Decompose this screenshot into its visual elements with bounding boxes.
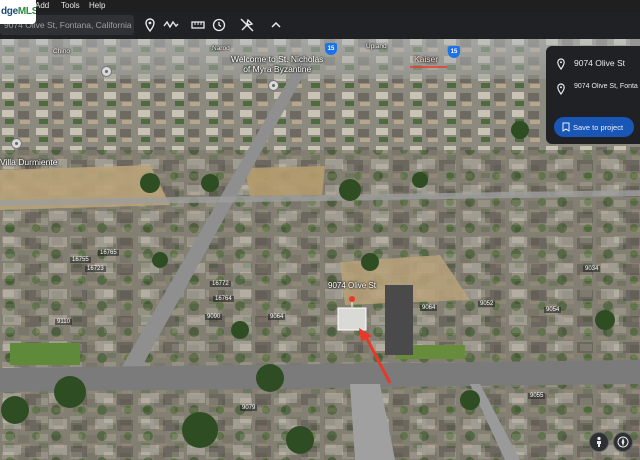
- place-info-panel: 9074 Olive St 9074 Olive St, Fontana Sav…: [546, 46, 640, 144]
- house-number-label: 9090: [205, 314, 223, 320]
- location-pin-icon[interactable]: [142, 17, 158, 33]
- place-label-upland: Upland: [366, 43, 387, 50]
- bookmark-icon: [562, 122, 570, 132]
- place-label-kaiser[interactable]: Kaiser: [414, 54, 438, 64]
- logo-text-b: MLS: [17, 6, 36, 17]
- pegman-icon: [597, 436, 601, 447]
- map-toolbar: [0, 12, 640, 39]
- house-number-label: 9055: [528, 393, 546, 399]
- ruler-icon[interactable]: [190, 17, 206, 33]
- house-number-label: 16755: [70, 257, 91, 263]
- history-icon[interactable]: [211, 17, 227, 33]
- house-number-label: 9110: [55, 319, 72, 325]
- collapse-chevron-icon[interactable]: [268, 17, 284, 33]
- house-number-label: 9054: [544, 307, 562, 313]
- place-label-villa[interactable]: Villa Durmiente: [0, 157, 57, 167]
- house-number-label: 16764: [213, 296, 234, 302]
- menu-tools[interactable]: Tools: [61, 0, 80, 12]
- house-number-label: 16723: [85, 266, 106, 272]
- house-number-label: 9064: [420, 305, 438, 311]
- house-number-label: 9034: [583, 266, 601, 272]
- place-label-narod: Narod: [212, 45, 230, 52]
- place-pin-icon[interactable]: [11, 138, 22, 149]
- panel-title-row[interactable]: 9074 Olive St: [546, 55, 640, 73]
- compass-icon: [617, 436, 629, 448]
- panel-title: 9074 Olive St: [574, 58, 626, 68]
- save-to-project-button[interactable]: Save to project: [554, 117, 634, 137]
- menu-bar: Add Tools Help: [0, 0, 640, 12]
- house-number-label: 9079: [240, 405, 258, 411]
- menu-add[interactable]: Add: [35, 0, 49, 12]
- target-address-label[interactable]: 9074 Olive St: [328, 281, 376, 290]
- tools-off-icon[interactable]: [239, 17, 255, 33]
- logo-text-a: dge: [1, 6, 18, 17]
- house-number-label: 9052: [478, 301, 496, 307]
- place-label-chino: Chino: [53, 48, 70, 55]
- location-pin-icon: [555, 58, 567, 71]
- house-number-label: 16772: [210, 281, 231, 287]
- panel-address-row[interactable]: 9074 Olive St, Fontana: [546, 80, 640, 98]
- highway-shield: 15: [448, 46, 460, 58]
- compass-button[interactable]: [613, 432, 633, 452]
- menu-help[interactable]: Help: [89, 0, 105, 12]
- street-view-button[interactable]: [589, 432, 609, 452]
- edgemls-logo[interactable]: dgeMLS: [0, 0, 36, 24]
- place-label-church[interactable]: Welcome to St. Nicholas of Myra Byzantin…: [231, 54, 323, 74]
- path-icon[interactable]: [163, 17, 179, 33]
- place-pin-icon[interactable]: [101, 66, 112, 77]
- house-number-label: 16765: [98, 250, 119, 256]
- place-pin-icon[interactable]: [268, 80, 279, 91]
- save-to-project-label: Save to project: [573, 122, 624, 132]
- house-number-label: 9064: [268, 314, 286, 320]
- panel-address: 9074 Olive St, Fontana: [574, 83, 638, 90]
- location-pin-icon: [555, 83, 567, 96]
- highway-shield: 15: [325, 43, 337, 55]
